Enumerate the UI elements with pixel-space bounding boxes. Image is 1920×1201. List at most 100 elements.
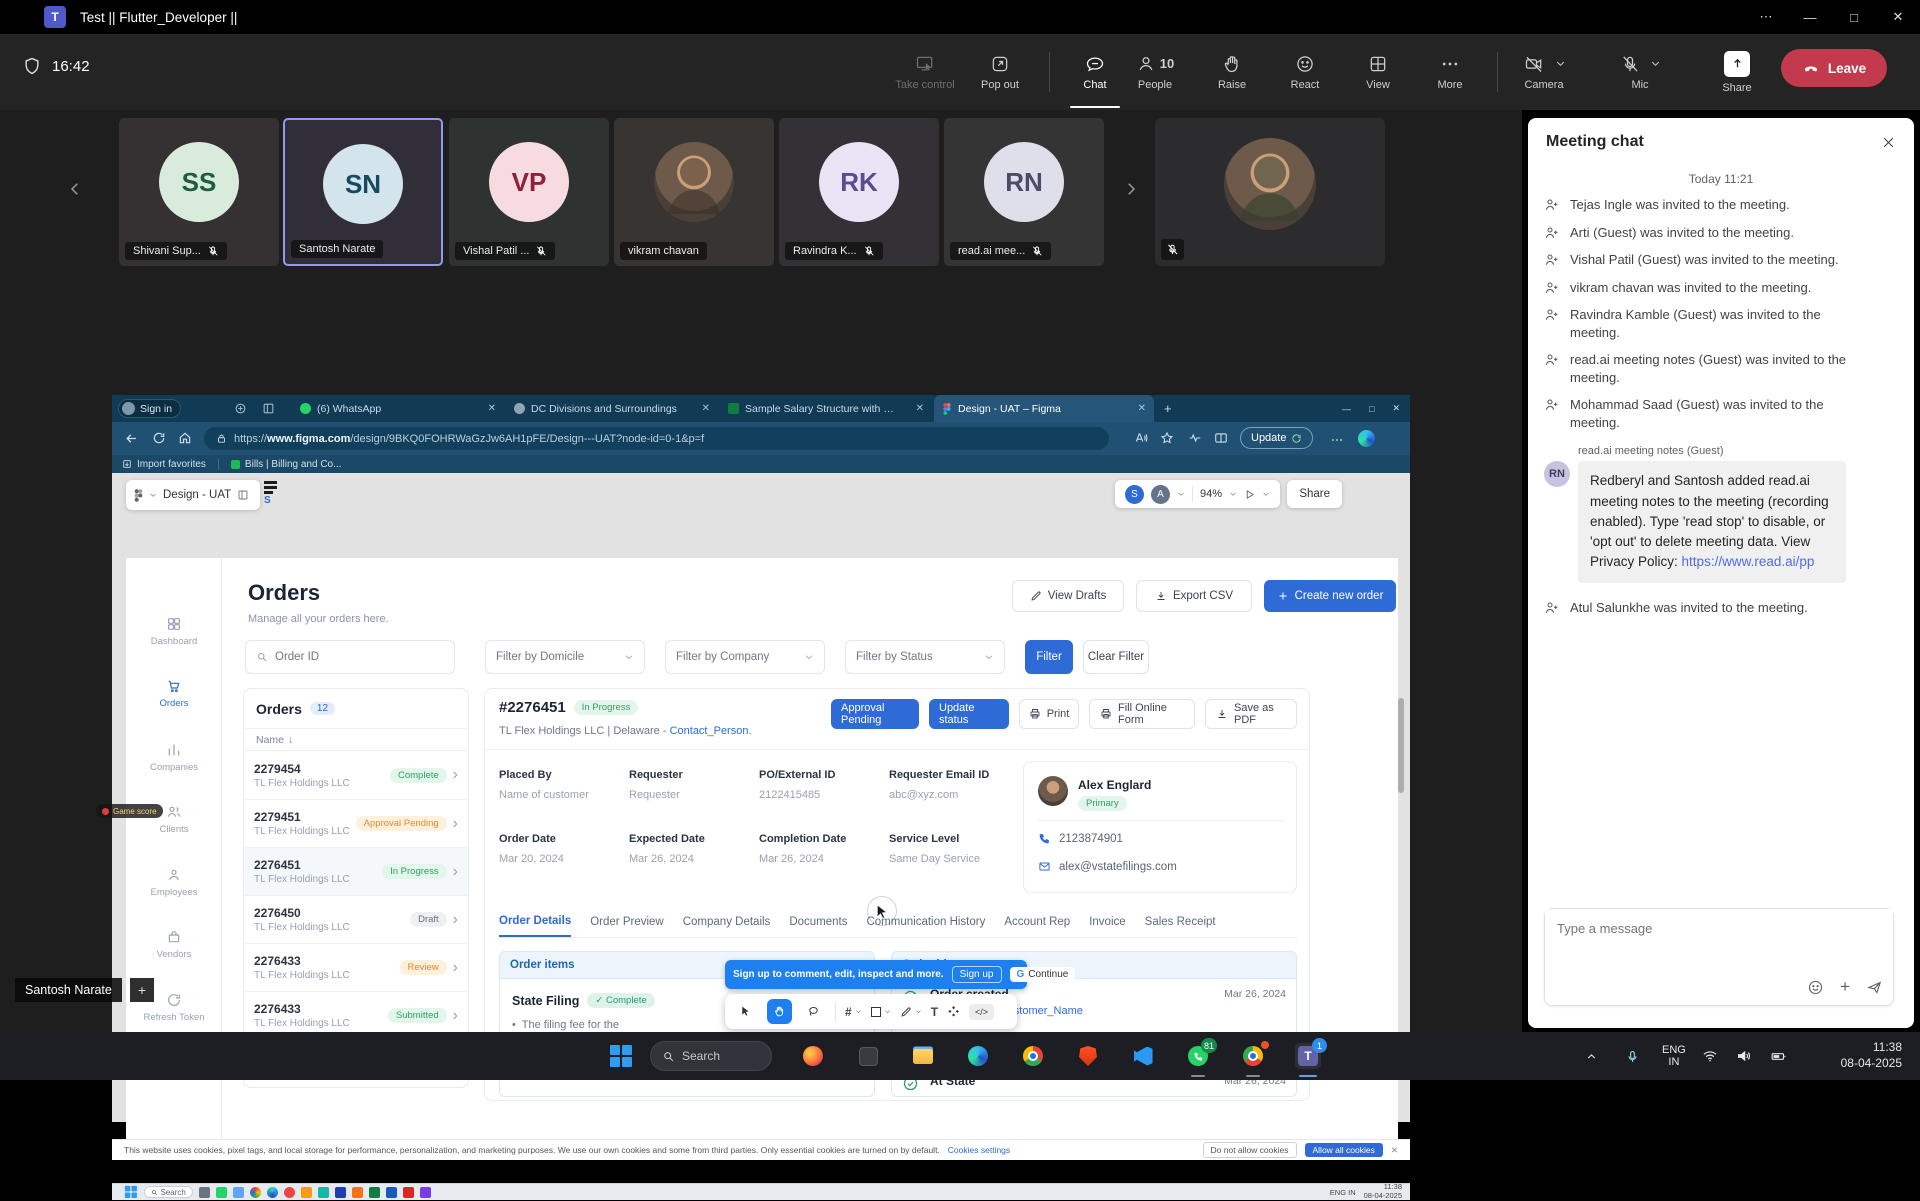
- workspaces-icon[interactable]: [234, 402, 247, 415]
- sidebar-item-dashboard[interactable]: Dashboard: [126, 616, 222, 647]
- chat-message-input[interactable]: [1545, 909, 1893, 965]
- participant-tile[interactable]: vikram chavan: [614, 118, 774, 266]
- order-row[interactable]: 2279454TL Flex Holdings LLC Complete›: [244, 751, 468, 799]
- vertical-tabs-icon[interactable]: [262, 402, 275, 415]
- app-icon[interactable]: [352, 1187, 363, 1198]
- browser-tab[interactable]: (6) WhatsApp ✕: [292, 395, 504, 422]
- taskbar-icon-teams[interactable]: T 1: [1295, 1043, 1321, 1069]
- taskbar-icon-whatsapp[interactable]: 81: [1185, 1043, 1211, 1069]
- window-maximize-button[interactable]: □: [1832, 0, 1876, 34]
- app-icon[interactable]: [267, 1187, 278, 1198]
- bookmark-item[interactable]: Bills | Billing and Co...: [231, 459, 342, 470]
- browser-tab[interactable]: Sample Salary Structure with calc ✕: [720, 395, 932, 422]
- view-drafts-button[interactable]: View Drafts: [1012, 580, 1124, 612]
- home-icon[interactable]: [178, 431, 192, 445]
- new-tab-button[interactable]: +: [1164, 401, 1172, 416]
- app-icon[interactable]: [301, 1187, 312, 1198]
- browser-minimize-icon[interactable]: —: [1342, 404, 1351, 414]
- mic-options-chevron-icon[interactable]: [1650, 58, 1661, 69]
- camera-button[interactable]: Camera: [1508, 42, 1580, 102]
- filter-domicile-select[interactable]: Filter by Domicile: [485, 640, 645, 674]
- present-icon[interactable]: [1244, 489, 1255, 500]
- collaborator-avatar[interactable]: S: [1125, 485, 1144, 504]
- order-id-input[interactable]: [275, 651, 435, 663]
- presenter-tag-expand-button[interactable]: +: [130, 978, 154, 1002]
- tab-invoice[interactable]: Invoice: [1089, 916, 1125, 936]
- raise-hand-button[interactable]: Raise: [1196, 42, 1268, 102]
- order-row[interactable]: 2276450TL Flex Holdings LLC Draft›: [244, 895, 468, 943]
- camera-options-chevron-icon[interactable]: [1555, 58, 1566, 69]
- text-tool[interactable]: T: [931, 1005, 938, 1019]
- window-close-button[interactable]: ✕: [1876, 0, 1920, 34]
- create-new-order-button[interactable]: Create new order: [1264, 580, 1396, 612]
- shape-tool[interactable]: [871, 1007, 891, 1017]
- taskbar-icon-firefox[interactable]: [800, 1043, 826, 1069]
- app-icon[interactable]: [250, 1187, 261, 1198]
- figma-share-button[interactable]: Share: [1287, 480, 1342, 508]
- order-id-search[interactable]: [245, 640, 455, 674]
- back-icon[interactable]: [124, 431, 139, 446]
- lasso-tool-icon[interactable]: [801, 999, 826, 1024]
- google-continue-button[interactable]: GContinue: [1010, 967, 1076, 982]
- emoji-icon[interactable]: [1807, 979, 1824, 996]
- taskbar-icon-edge[interactable]: [965, 1043, 991, 1069]
- filter-status-select[interactable]: Filter by Status: [845, 640, 1005, 674]
- browser-tab-active[interactable]: Design - UAT – Figma ✕: [934, 395, 1154, 422]
- shared-clock[interactable]: 11:3808-04-2025: [1364, 1183, 1402, 1200]
- frame-tool[interactable]: #: [845, 1005, 862, 1019]
- privacy-policy-link[interactable]: https://www.read.ai/pp: [1682, 554, 1815, 569]
- app-icon[interactable]: [199, 1187, 210, 1198]
- browser-maximize-icon[interactable]: □: [1369, 404, 1374, 414]
- strip-scroll-right-icon[interactable]: [1122, 180, 1140, 198]
- chat-input-box[interactable]: +: [1544, 908, 1894, 1006]
- participant-tile[interactable]: RK Ravindra K...: [779, 118, 939, 266]
- fill-online-form-button[interactable]: Fill Online Form: [1089, 699, 1195, 729]
- leave-button[interactable]: Leave: [1781, 49, 1887, 87]
- collaborator-avatar[interactable]: A: [1151, 485, 1170, 504]
- hand-tool-icon[interactable]: [767, 999, 792, 1024]
- window-more-button[interactable]: ⋯: [1744, 0, 1788, 34]
- contact-phone[interactable]: 2123874901: [1059, 833, 1123, 845]
- order-row-selected[interactable]: 2276451TL Flex Holdings LLC In Progress›: [244, 847, 468, 895]
- app-icon[interactable]: [386, 1187, 397, 1198]
- sidebar-item-vendors[interactable]: Vendors: [126, 929, 222, 960]
- app-icon[interactable]: [403, 1187, 414, 1198]
- cookie-close-icon[interactable]: ✕: [1391, 1145, 1398, 1156]
- tab-close-icon[interactable]: ✕: [916, 403, 924, 414]
- tab-account-rep[interactable]: Account Rep: [1004, 916, 1070, 936]
- cookie-settings-link[interactable]: Cookies settings: [948, 1145, 1010, 1155]
- split-screen-icon[interactable]: [1214, 431, 1228, 445]
- browser-close-icon[interactable]: ✕: [1392, 403, 1400, 414]
- tray-chevron-up-icon[interactable]: [1585, 1032, 1598, 1080]
- participant-tile[interactable]: RN read.ai mee...: [944, 118, 1104, 266]
- participant-tile[interactable]: VP Vishal Patil ...: [449, 118, 609, 266]
- name-column-header[interactable]: Name: [256, 734, 284, 746]
- shared-search-box[interactable]: Search: [144, 1186, 193, 1198]
- taskbar-icon-chrome[interactable]: [1020, 1043, 1046, 1069]
- strip-scroll-left-icon[interactable]: [66, 180, 84, 198]
- app-icon[interactable]: [318, 1187, 329, 1198]
- update-status-button[interactable]: Update status: [929, 699, 1009, 729]
- app-icon[interactable]: [216, 1187, 227, 1198]
- tray-language-indicator[interactable]: ENGIN: [1662, 1032, 1686, 1080]
- address-bar[interactable]: https://www.figma.com/design/9BKQ0FOHRWa…: [204, 427, 1109, 450]
- edge-logo-icon[interactable]: [1358, 430, 1375, 447]
- more-button[interactable]: More: [1414, 42, 1486, 102]
- tray-clock[interactable]: 11:3808-04-2025: [1841, 1032, 1902, 1080]
- react-button[interactable]: React: [1269, 42, 1341, 102]
- app-icon[interactable]: [420, 1187, 431, 1198]
- contact-person-link[interactable]: Contact_Person.: [670, 725, 752, 737]
- tray-volume-icon[interactable]: [1736, 1032, 1752, 1080]
- spotlight-tile[interactable]: [1155, 118, 1385, 266]
- start-button[interactable]: [608, 1043, 634, 1069]
- people-button[interactable]: 10 People: [1119, 42, 1191, 102]
- app-icon[interactable]: [233, 1187, 244, 1198]
- browser-tab[interactable]: DC Divisions and Surroundings ✕: [506, 395, 718, 422]
- print-button[interactable]: Print: [1019, 699, 1079, 729]
- favorite-star-icon[interactable]: [1160, 431, 1174, 445]
- canvas-scrollbar[interactable]: [1398, 698, 1404, 793]
- pen-tool[interactable]: [900, 1006, 922, 1018]
- browser-menu-dots-icon[interactable]: [1330, 433, 1344, 447]
- import-favorites-button[interactable]: Import favorites: [122, 459, 206, 470]
- zoom-level[interactable]: 94%: [1200, 488, 1222, 500]
